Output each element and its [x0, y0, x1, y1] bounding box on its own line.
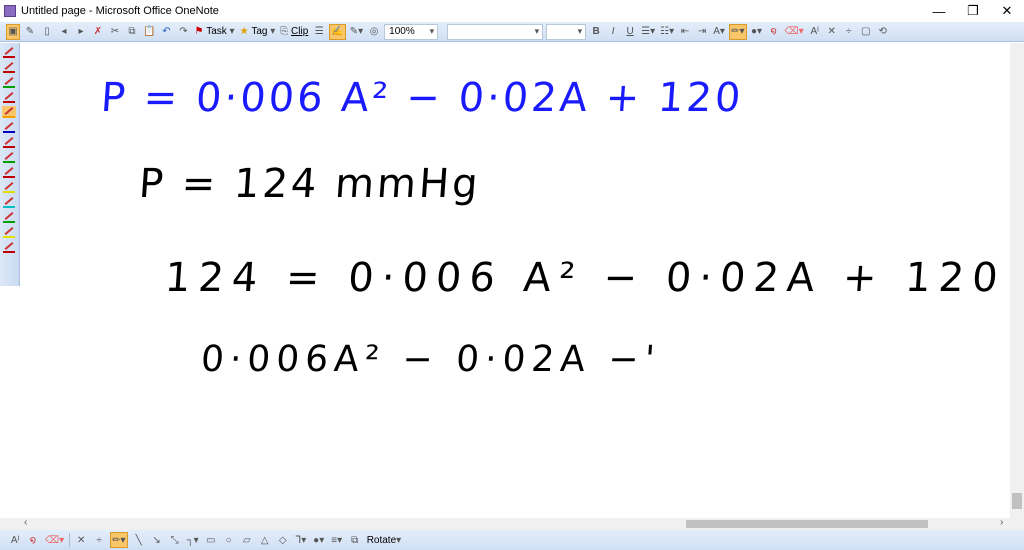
ink-equation-2: 124 = 0·006 A² − 0·02A + 120 — [163, 255, 1008, 301]
pen-swatch[interactable] — [2, 211, 16, 223]
eraser-icon[interactable]: ⌫▾ — [44, 532, 65, 548]
copy-icon[interactable]: ⧉ — [125, 24, 139, 40]
window-title: Untitled page - Microsoft Office OneNote — [21, 5, 219, 17]
decrease-indent-icon[interactable]: ⇤ — [678, 24, 692, 40]
delete-icon[interactable]: ✗ — [91, 24, 105, 40]
undo-icon[interactable]: ↶ — [159, 24, 173, 40]
bullets-icon[interactable]: ☰▾ — [640, 24, 656, 40]
ink-equation-1: P = 0·006 A² − 0·02A + 120 — [99, 75, 745, 121]
pen-swatch[interactable] — [2, 166, 16, 178]
eraser-icon[interactable]: ⌫▾ — [784, 24, 805, 40]
cut-icon[interactable]: ✂ — [108, 24, 122, 40]
pen-mode-icon[interactable]: ✍ — [329, 23, 346, 40]
numbering-icon[interactable]: ☷▾ — [659, 24, 675, 40]
rule-lines-icon[interactable]: ☰ — [312, 24, 326, 40]
delete-icon[interactable]: ✕ — [74, 532, 88, 548]
scroll-right-icon[interactable]: › — [1000, 517, 1003, 528]
vertical-scrollbar[interactable] — [1010, 43, 1024, 530]
diamond-icon[interactable]: ◇ — [276, 532, 290, 548]
tag-label: Tag — [251, 26, 268, 37]
pen-swatch[interactable] — [2, 61, 16, 73]
ink-pressure-value: P = 124 mmHg — [137, 161, 483, 207]
back-icon[interactable]: ◂ — [57, 24, 71, 40]
pen-palette — [0, 43, 20, 286]
ink-to-text-icon[interactable]: ⟲ — [876, 24, 890, 40]
color-wheel-icon[interactable]: ●▾ — [750, 24, 764, 40]
task-button[interactable]: ⚑ Task ▾ — [193, 24, 235, 40]
rotate-button[interactable]: Rotate ▾ — [366, 532, 403, 548]
new-page-icon[interactable]: ▯ — [40, 24, 54, 40]
pen-swatch[interactable] — [2, 241, 16, 253]
color-icon[interactable]: ●▾ — [312, 532, 326, 548]
arrow-icon[interactable]: ↘ — [150, 532, 164, 548]
redo-icon[interactable]: ↷ — [176, 24, 190, 40]
ink-equation-3: 0·006A² − 0·02A −' — [199, 339, 662, 380]
font-color-icon[interactable]: A▾ — [712, 24, 726, 40]
drawing-toolbar: Aᴵ ໑ ⌫▾ ✕ ÷ ✏▾ ╲ ↘ ⤡ ┐▾ ▭ ○ ▱ △ ◇ ᒣ▾ ●▾ … — [0, 530, 1024, 550]
connector-icon[interactable]: ᒣ▾ — [294, 532, 308, 548]
vertical-space-icon[interactable]: ÷ — [92, 532, 106, 548]
pen-swatch[interactable] — [2, 136, 16, 148]
pen-color-icon[interactable]: ✏▾ — [729, 23, 747, 40]
paste-icon[interactable]: 📋 — [142, 24, 156, 40]
italic-button[interactable]: I — [606, 24, 620, 40]
horizontal-scroll-thumb[interactable] — [686, 520, 928, 528]
ink-icon[interactable]: ✎▾ — [349, 24, 364, 40]
lasso-icon[interactable]: ໑ — [26, 532, 40, 548]
double-arrow-icon[interactable]: ⤡ — [168, 532, 182, 548]
maximize-button[interactable]: ❐ — [956, 0, 990, 22]
clip-label: Clip — [291, 26, 309, 37]
close-button[interactable]: ✕ — [990, 0, 1024, 22]
insert-space-icon[interactable]: Aᴵ — [8, 532, 22, 548]
minimize-button[interactable]: — — [922, 0, 956, 22]
title-bar: Untitled page - Microsoft Office OneNote… — [0, 0, 1024, 22]
line-icon[interactable]: ╲ — [132, 532, 146, 548]
arrange-icon[interactable]: ⧉ — [348, 532, 362, 548]
pen-swatch[interactable] — [2, 226, 16, 238]
tag-button[interactable]: ★ Tag ▾ — [239, 24, 277, 40]
pen-color-icon[interactable]: ✏▾ — [110, 532, 128, 548]
pen-swatch[interactable] — [2, 196, 16, 208]
delete-ink-icon[interactable]: ✕ — [825, 24, 839, 40]
insert-space-icon[interactable]: Aᴵ — [808, 24, 822, 40]
rectangle-icon[interactable]: ▭ — [204, 532, 218, 548]
line-weight-icon[interactable]: ≡▾ — [330, 532, 344, 548]
pen-swatch[interactable] — [2, 46, 16, 58]
separator — [69, 533, 71, 547]
pen-swatch[interactable] — [2, 181, 16, 193]
forward-icon[interactable]: ▸ — [74, 24, 88, 40]
full-page-view-icon[interactable]: ▣ — [6, 23, 20, 40]
increase-indent-icon[interactable]: ⇥ — [695, 24, 709, 40]
clip-button[interactable]: ⎘ Clip — [279, 24, 309, 40]
note-canvas[interactable]: P = 0·006 A² − 0·02A + 120 P = 124 mmHg … — [21, 43, 1010, 518]
research-icon[interactable]: ◎ — [367, 24, 381, 40]
vertical-scroll-thumb[interactable] — [1012, 493, 1022, 509]
task-label: Task — [206, 26, 227, 37]
pen-swatch[interactable] — [2, 151, 16, 163]
bold-button[interactable]: B — [589, 24, 603, 40]
rotate-label: Rotate — [366, 534, 397, 546]
pen-swatch[interactable] — [2, 121, 16, 133]
vertical-space-icon[interactable]: ÷ — [842, 24, 856, 40]
parallelogram-icon[interactable]: ▱ — [240, 532, 254, 548]
page-icon[interactable]: ▢ — [859, 24, 873, 40]
font-select[interactable] — [447, 23, 544, 40]
pen-icon[interactable]: ✎ — [23, 24, 37, 40]
underline-button[interactable]: U — [623, 24, 637, 40]
scroll-left-icon[interactable]: ‹ — [24, 517, 27, 528]
ellipse-icon[interactable]: ○ — [222, 532, 236, 548]
pen-swatch[interactable] — [2, 76, 16, 88]
triangle-icon[interactable]: △ — [258, 532, 272, 548]
zoom-select[interactable]: 100% — [384, 23, 439, 40]
pen-swatch[interactable] — [2, 91, 16, 103]
standard-toolbar: ▣ ✎ ▯ ◂ ▸ ✗ ✂ ⧉ 📋 ↶ ↷ ⚑ Task ▾ ★ Tag ▾ ⎘… — [0, 22, 1024, 42]
horizontal-scrollbar[interactable]: ‹ › — [0, 517, 1010, 530]
axis-icon[interactable]: ┐▾ — [186, 532, 200, 548]
onenote-icon — [4, 5, 16, 17]
pen-swatch[interactable] — [2, 106, 16, 118]
lasso-icon[interactable]: ໑ — [767, 24, 781, 40]
font-size-select[interactable] — [546, 23, 587, 40]
